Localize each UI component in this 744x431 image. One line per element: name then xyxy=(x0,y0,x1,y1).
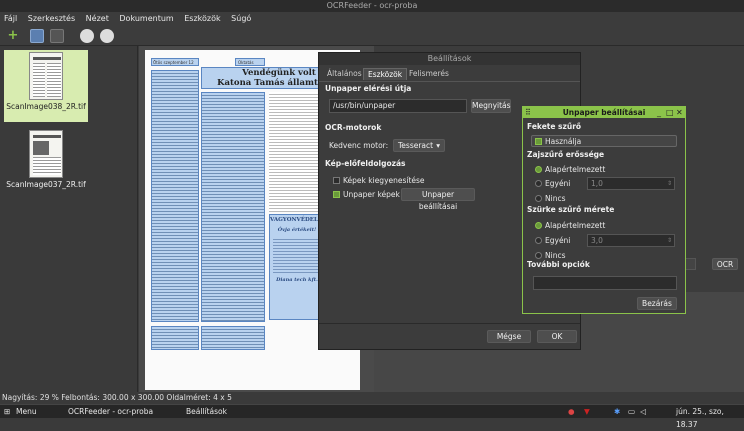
image-icon[interactable] xyxy=(50,29,64,43)
gray-custom-radio[interactable] xyxy=(535,237,542,244)
page-thumbnail-image xyxy=(29,52,63,100)
black-filter-heading: Fekete szűrő xyxy=(527,122,582,131)
ok-button[interactable]: OK xyxy=(537,330,577,343)
taskbar-task-settings[interactable]: Beállítások xyxy=(186,405,246,418)
noise-custom-label: Egyéni xyxy=(545,179,571,188)
noise-custom-radio[interactable] xyxy=(535,180,542,187)
menu-edit[interactable]: Szerkesztés xyxy=(24,12,79,26)
browse-button[interactable]: Megnyitás xyxy=(471,99,511,113)
window-title: OCRFeeder - ocr-proba xyxy=(326,1,418,10)
gray-default-label: Alapértelmezett xyxy=(545,221,606,230)
text-column-box-5 xyxy=(201,326,265,350)
window-titlebar: OCRFeeder - ocr-proba xyxy=(0,0,744,12)
page-thumbnail-selected[interactable]: ScanImage038_2R.tif xyxy=(4,50,88,122)
favorite-engine-select[interactable]: Tesseract ▾ xyxy=(393,139,445,152)
maximize-icon[interactable]: □ xyxy=(666,107,674,118)
advert-line-1: Óvja értékeit! xyxy=(277,227,317,233)
gray-none-radio[interactable] xyxy=(535,252,542,259)
menu-dots-icon[interactable]: ⠿ xyxy=(525,107,531,118)
advert-line-2: Diana tech kft. xyxy=(276,277,318,283)
unpaper-settings-button[interactable]: Unpaper beállításai xyxy=(401,188,475,211)
noise-none-radio[interactable] xyxy=(535,195,542,202)
noise-custom-value: 1,0 xyxy=(591,179,603,188)
bluetooth-icon[interactable]: ✱ xyxy=(614,405,620,418)
noise-custom-input[interactable]: 1,0 ⇕ xyxy=(587,177,675,190)
thumbnail-label: ScanImage038_2R.tif xyxy=(6,102,86,111)
zoom-out-icon[interactable] xyxy=(80,29,94,43)
menu-file[interactable]: Fájl xyxy=(0,12,21,26)
toolbar: + xyxy=(0,26,744,46)
unpaper-images-label: Unpaper képek xyxy=(343,190,400,199)
battery-icon[interactable]: ▭ xyxy=(628,405,635,418)
taskbar-task-ocrfeeder[interactable]: OCRFeeder - ocr-proba xyxy=(68,405,164,418)
taskbar: ⊞ Menu OCRFeeder - ocr-proba Beállítások… xyxy=(0,404,744,429)
zoom-fit-icon[interactable] xyxy=(100,29,114,43)
deskew-checkbox[interactable] xyxy=(333,177,340,184)
menu-tools[interactable]: Eszközök xyxy=(180,12,224,26)
add-icon[interactable]: + xyxy=(6,29,20,43)
menu-document[interactable]: Dokumentum xyxy=(115,12,177,26)
status-bar: Nagyítás: 29 % Felbontás: 300.00 x 300.0… xyxy=(0,392,744,404)
use-black-filter-row[interactable]: Használja xyxy=(531,135,677,147)
noise-none-label: Nincs xyxy=(545,194,566,203)
favorite-engine-label: Kedvenc motor: xyxy=(329,141,389,150)
shield-icon[interactable]: ▼ xyxy=(584,405,590,418)
close-button[interactable]: Bezárás xyxy=(637,297,677,310)
gray-custom-label: Egyéni xyxy=(545,236,571,245)
spinner-icon[interactable]: ⇕ xyxy=(667,235,672,247)
menubar: Fájl Szerkesztés Nézet Dokumentum Eszköz… xyxy=(0,12,744,26)
page-thumbnail[interactable]: ScanImage037_2R.tif xyxy=(4,130,88,202)
tab-general[interactable]: Általános xyxy=(323,68,366,80)
favorite-engine-value: Tesseract xyxy=(398,141,434,150)
unpaper-settings-dialog: Unpaper beállításai ⠿ _ □ ✕ Fekete szűrő… xyxy=(522,106,686,314)
page-thumbnail-image xyxy=(29,130,63,178)
taskbar-menu[interactable]: Menu xyxy=(16,405,37,418)
use-black-filter-label: Használja xyxy=(545,137,582,146)
deskew-label: Képek kiegyenesítése xyxy=(343,176,425,185)
document-icon[interactable] xyxy=(30,29,44,43)
cancel-button[interactable]: Mégse xyxy=(487,330,531,343)
text-column-box-2 xyxy=(201,92,265,322)
menu-help[interactable]: Súgó xyxy=(227,12,255,26)
close-icon[interactable]: ✕ xyxy=(676,107,683,118)
ocr-button[interactable]: OCR xyxy=(712,258,738,270)
clock: jún. 25., szo, 18.37 xyxy=(676,407,724,429)
noise-default-label: Alapértelmezett xyxy=(545,165,606,174)
network-icon[interactable]: ● xyxy=(568,405,575,418)
volume-icon[interactable]: ◁ xyxy=(640,405,646,418)
noise-filter-heading: Zajszűrő erőssége xyxy=(527,150,605,159)
advert-title: VAGYONVÉDELEM xyxy=(270,217,329,223)
gray-filter-heading: Szürke szűrő mérete xyxy=(527,205,615,214)
thumbnail-label: ScanImage037_2R.tif xyxy=(6,180,86,189)
unpaper-images-checkbox[interactable] xyxy=(333,191,340,198)
unpaper-path-heading: Unpaper elérési útja xyxy=(325,84,412,93)
text-column-box-1 xyxy=(151,70,199,322)
use-black-filter-checkbox[interactable] xyxy=(535,138,542,145)
extra-options-heading: További opciók xyxy=(527,260,590,269)
gray-custom-value: 3,0 xyxy=(591,236,603,245)
header-mid-box: Oktatás xyxy=(235,58,265,66)
minimize-icon[interactable]: _ xyxy=(657,107,661,118)
ocr-engines-heading: OCR-motorok xyxy=(325,123,382,132)
noise-default-radio[interactable] xyxy=(535,166,542,173)
tab-recognition[interactable]: Felismerés xyxy=(405,68,453,80)
chevron-down-icon: ▾ xyxy=(436,141,440,150)
text-column-box-4 xyxy=(151,326,199,350)
preprocessing-heading: Kép-előfeldolgozás xyxy=(325,159,406,168)
gray-default-radio[interactable] xyxy=(535,222,542,229)
gray-custom-input[interactable]: 3,0 ⇕ xyxy=(587,234,675,247)
preferences-dialog-title: Beállítások xyxy=(319,53,580,65)
menu-view[interactable]: Nézet xyxy=(82,12,113,26)
extra-options-input[interactable] xyxy=(533,276,677,290)
advert-box: VAGYONVÉDELEM Óvja értékeit! Diana tech … xyxy=(269,214,329,320)
spinner-icon[interactable]: ⇕ xyxy=(667,178,672,190)
unpaper-path-input[interactable]: /usr/bin/unpaper xyxy=(329,99,467,113)
gray-none-label: Nincs xyxy=(545,251,566,260)
tab-tools[interactable]: Eszközök xyxy=(363,68,408,80)
header-left-box: Ötös szeptember 12 xyxy=(151,58,199,66)
pages-pane: ScanImage038_2R.tif ScanImage037_2R.tif xyxy=(0,46,138,392)
menu-icon[interactable]: ⊞ xyxy=(4,405,10,418)
